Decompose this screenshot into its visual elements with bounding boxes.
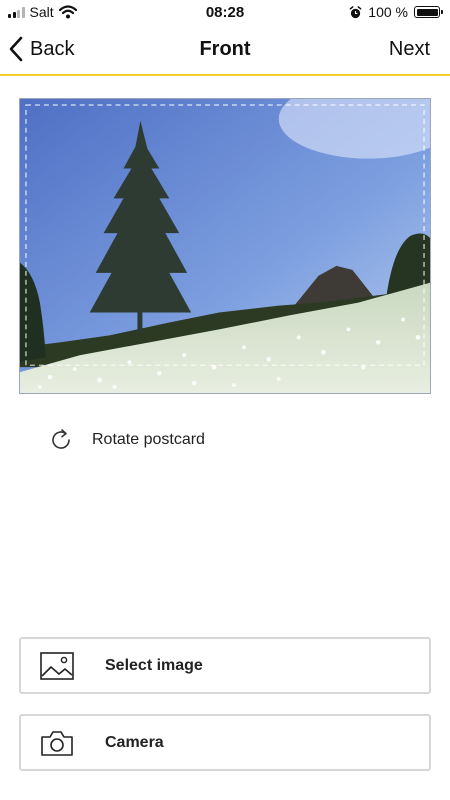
image-icon [40, 651, 74, 680]
battery-icon [414, 6, 443, 18]
select-image-label: Select image [105, 656, 203, 674]
camera-button[interactable]: Camera [19, 714, 431, 771]
camera-icon [41, 730, 73, 756]
rotate-postcard-label: Rotate postcard [92, 431, 205, 448]
alarm-icon [349, 5, 362, 18]
status-bar: Salt 08:28 100 % [0, 0, 450, 26]
camera-label: Camera [105, 733, 164, 751]
postcard-photo [20, 99, 430, 393]
select-image-button[interactable]: Select image [19, 637, 431, 694]
next-button[interactable]: Next [389, 38, 430, 61]
rotate-postcard-button[interactable]: Rotate postcard [50, 428, 205, 452]
postcard-preview[interactable] [19, 98, 431, 394]
battery-fill [416, 8, 438, 16]
page-title: Front [199, 38, 251, 60]
nav-bar: Back Front Next [0, 26, 450, 76]
rotate-icon [52, 429, 70, 449]
battery-percent: 100 % [368, 4, 408, 20]
status-right: 100 % [349, 4, 443, 20]
